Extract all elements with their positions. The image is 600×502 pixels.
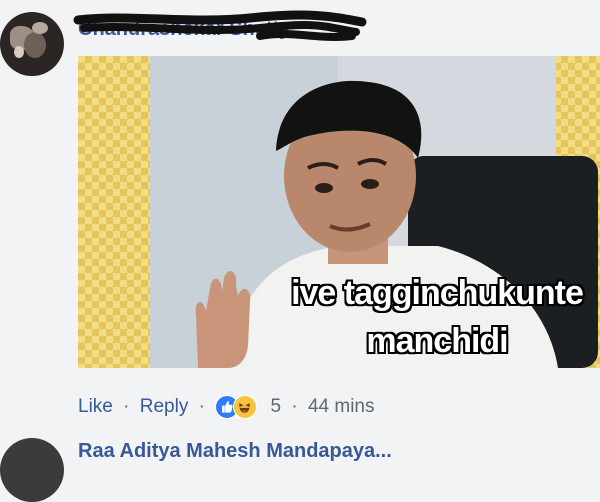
reaction-count[interactable]: 5 xyxy=(271,396,282,417)
separator-dot: · xyxy=(291,396,298,417)
caption-line-1: ive tagginchukunte xyxy=(291,274,584,312)
next-comment-avatar[interactable] xyxy=(0,438,64,502)
reactions-summary[interactable] xyxy=(215,394,265,420)
comment-actions: Like · Reply · 5 · 44 mins xyxy=(78,394,375,422)
comment-image[interactable]: ive tagginchukunte manchidi xyxy=(78,56,600,368)
next-comment-author[interactable]: Raa Aditya Mahesh Mandapaya... xyxy=(78,440,392,463)
comment: Chandrashekar Shetty ive tagginchukunte … xyxy=(0,0,600,502)
reply-link[interactable]: Reply xyxy=(140,396,189,417)
separator-dot: · xyxy=(123,396,130,417)
caption-line-2: manchidi xyxy=(366,322,508,360)
redaction-scribble xyxy=(73,10,367,41)
avatar[interactable] xyxy=(0,12,64,76)
like-link[interactable]: Like xyxy=(78,396,113,417)
separator-dot: · xyxy=(198,396,205,417)
haha-icon xyxy=(233,395,258,419)
comment-time[interactable]: 44 mins xyxy=(308,396,375,417)
